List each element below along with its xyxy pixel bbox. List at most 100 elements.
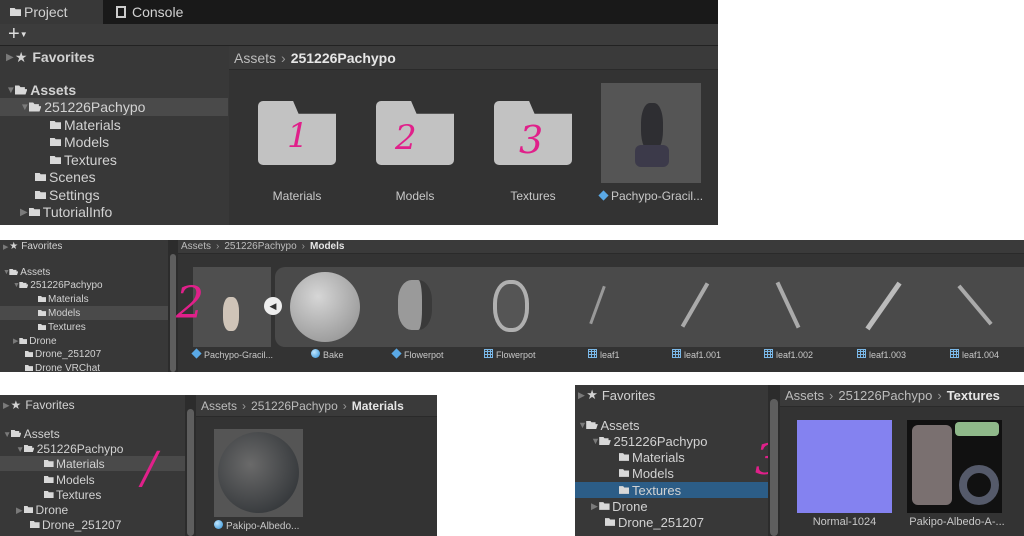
flowerpot-thumb[interactable]	[398, 280, 432, 330]
tree-item-drone-251207[interactable]: Drone_251207	[0, 517, 185, 532]
folder-icon	[50, 155, 62, 165]
folder-icon	[605, 518, 616, 526]
tree-item-textures[interactable]: Textures	[0, 151, 228, 169]
mesh-icon	[857, 349, 866, 358]
tree-item-drone-251207[interactable]: Drone_251207	[575, 514, 768, 530]
breadcrumb-folder[interactable]: 251226Pachypo	[838, 388, 932, 403]
collapse-button[interactable]: ◀	[264, 297, 282, 315]
tree-item-models[interactable]: Models	[0, 133, 228, 151]
mesh-icon	[950, 349, 959, 358]
tree-item-materials[interactable]: Materials	[0, 292, 168, 306]
material-icon	[311, 349, 320, 358]
tree-item-materials[interactable]: Materials	[0, 456, 185, 471]
item-label: Pachypo-Gracil...	[191, 348, 273, 360]
folder-icon	[38, 310, 46, 316]
item-label: Flowerpot	[391, 348, 444, 360]
folder-icon	[19, 338, 28, 344]
tree-item-models[interactable]: Models	[575, 465, 768, 481]
breadcrumb-current[interactable]: Materials	[352, 399, 404, 413]
flowerpot-mesh-thumb[interactable]	[493, 280, 529, 332]
tree-item-251226pachypo[interactable]: ▼ 251226Pachypo	[0, 98, 228, 116]
star-icon: ★	[14, 48, 28, 65]
breadcrumb-current[interactable]: Textures	[947, 388, 1000, 403]
item-label: Models	[395, 189, 435, 203]
tree-item-textures[interactable]: Textures	[575, 482, 768, 498]
tree-item-assets[interactable]: ▼ Assets	[0, 81, 228, 99]
tree-item-favorites[interactable]: ▶ ★ Favorites	[0, 48, 228, 66]
tree-item-drone[interactable]: ▶ Drone	[0, 502, 185, 517]
bake-sphere[interactable]	[290, 272, 360, 342]
item-label: Flowerpot	[484, 349, 536, 360]
tree-item-models[interactable]: Models	[0, 472, 185, 487]
prefab-icon	[598, 190, 609, 201]
item-label: leaf1.003	[857, 349, 906, 360]
project-window-main: Project Console +▼ ▶ ★ Favorites ▼ Assets ▼…	[0, 0, 718, 225]
tree-item-assets[interactable]: ▼ Assets	[0, 265, 168, 279]
breadcrumb: Assets › 251226Pachypo › Textures	[780, 385, 1024, 407]
add-button[interactable]: +▼	[8, 23, 28, 46]
folder-icon	[44, 475, 54, 484]
tree-item-favorites[interactable]: ▶ ★ Favorites	[0, 397, 185, 412]
tree-item-251226pachypo[interactable]: ▼ 251226Pachypo	[0, 278, 168, 292]
breadcrumb-current[interactable]: Models	[310, 241, 344, 252]
folder-icon	[44, 490, 54, 499]
prefab-thumbnail[interactable]	[193, 267, 271, 347]
annotation-3: 3	[519, 118, 544, 162]
tree-item-drone-vrchat[interactable]: Drone VRChat	[0, 361, 168, 372]
tree-item-drone[interactable]: ▶ Drone	[0, 334, 168, 348]
tree-item-textures[interactable]: Textures	[0, 320, 168, 334]
folder-icon	[38, 324, 46, 330]
tree-item-drone[interactable]: ▶ Drone	[575, 498, 768, 514]
folder-open-icon	[23, 444, 35, 453]
item-label: Textures	[510, 189, 556, 203]
folder-icon	[50, 120, 62, 130]
star-icon: ★	[9, 241, 19, 252]
tree-scrollbar[interactable]	[768, 385, 780, 536]
tree-item-models[interactable]: Models	[0, 306, 168, 320]
folder-tree: ▶ ★ Favorites ▼ Assets ▼ 251226Pachypo Mater…	[0, 240, 168, 372]
tree-item-favorites[interactable]: ▶ ★ Favorites	[0, 240, 168, 253]
tree-item-materials[interactable]: Materials	[575, 449, 768, 465]
folder-icon	[599, 502, 610, 510]
folder-icon	[30, 520, 40, 529]
breadcrumb-current[interactable]: 251226Pachypo	[291, 50, 396, 66]
breadcrumb-folder[interactable]: 251226Pachypo	[224, 241, 296, 252]
item-label: Pakipo-Albedo-A-...	[909, 516, 1005, 528]
tree-item-251226pachypo[interactable]: ▼ 251226Pachypo	[575, 433, 768, 449]
breadcrumb-assets[interactable]: Assets	[785, 388, 824, 403]
item-label: leaf1.002	[764, 349, 813, 360]
tree-item-tutorialinfo[interactable]: ▶ TutorialInfo	[0, 203, 228, 221]
material-thumbnail[interactable]	[214, 429, 303, 517]
folder-icon	[619, 469, 630, 477]
folder-icon	[25, 365, 33, 371]
prefab-icon	[191, 348, 202, 359]
breadcrumb-assets[interactable]: Assets	[234, 50, 276, 66]
breadcrumb-assets[interactable]: Assets	[201, 399, 237, 413]
item-label: leaf1	[588, 349, 620, 360]
tree-item-assets[interactable]: ▼ Assets	[0, 426, 185, 441]
tree-item-assets[interactable]: ▼ Assets	[575, 417, 768, 433]
normal-map-thumbnail[interactable]	[797, 420, 892, 513]
star-icon: ★	[10, 397, 22, 412]
tree-item-251226pachypo[interactable]: ▼ 251226Pachypo	[0, 441, 185, 456]
project-window-models: ▶ ★ Favorites ▼ Assets ▼ 251226Pachypo Mater…	[0, 240, 1024, 372]
tree-item-materials[interactable]: Materials	[0, 116, 228, 134]
mesh-icon	[672, 349, 681, 358]
tree-item-textures[interactable]: Textures	[0, 487, 185, 502]
folder-open-icon	[19, 281, 29, 289]
tree-scrollbar[interactable]	[185, 395, 196, 536]
albedo-thumbnail[interactable]	[907, 420, 1002, 513]
breadcrumb-folder[interactable]: 251226Pachypo	[251, 399, 338, 413]
folder-tree: ▶ ★ Favorites ▼ Assets ▼ 251226Pachypo Mater…	[0, 46, 228, 225]
mesh-icon	[764, 349, 773, 358]
prefab-thumbnail[interactable]	[601, 83, 701, 183]
tree-item-favorites[interactable]: ▶ ★ Favorites	[575, 387, 768, 403]
tree-item-settings[interactable]: Settings	[0, 186, 228, 204]
subasset-strip	[275, 267, 1024, 347]
tab-console[interactable]: Console	[108, 0, 208, 24]
tree-item-drone-251207[interactable]: Drone_251207	[0, 347, 168, 361]
tree-item-scenes[interactable]: Scenes	[0, 168, 228, 186]
tab-project[interactable]: Project	[0, 0, 103, 24]
breadcrumb-assets[interactable]: Assets	[181, 241, 211, 252]
folder-icon	[25, 351, 33, 357]
